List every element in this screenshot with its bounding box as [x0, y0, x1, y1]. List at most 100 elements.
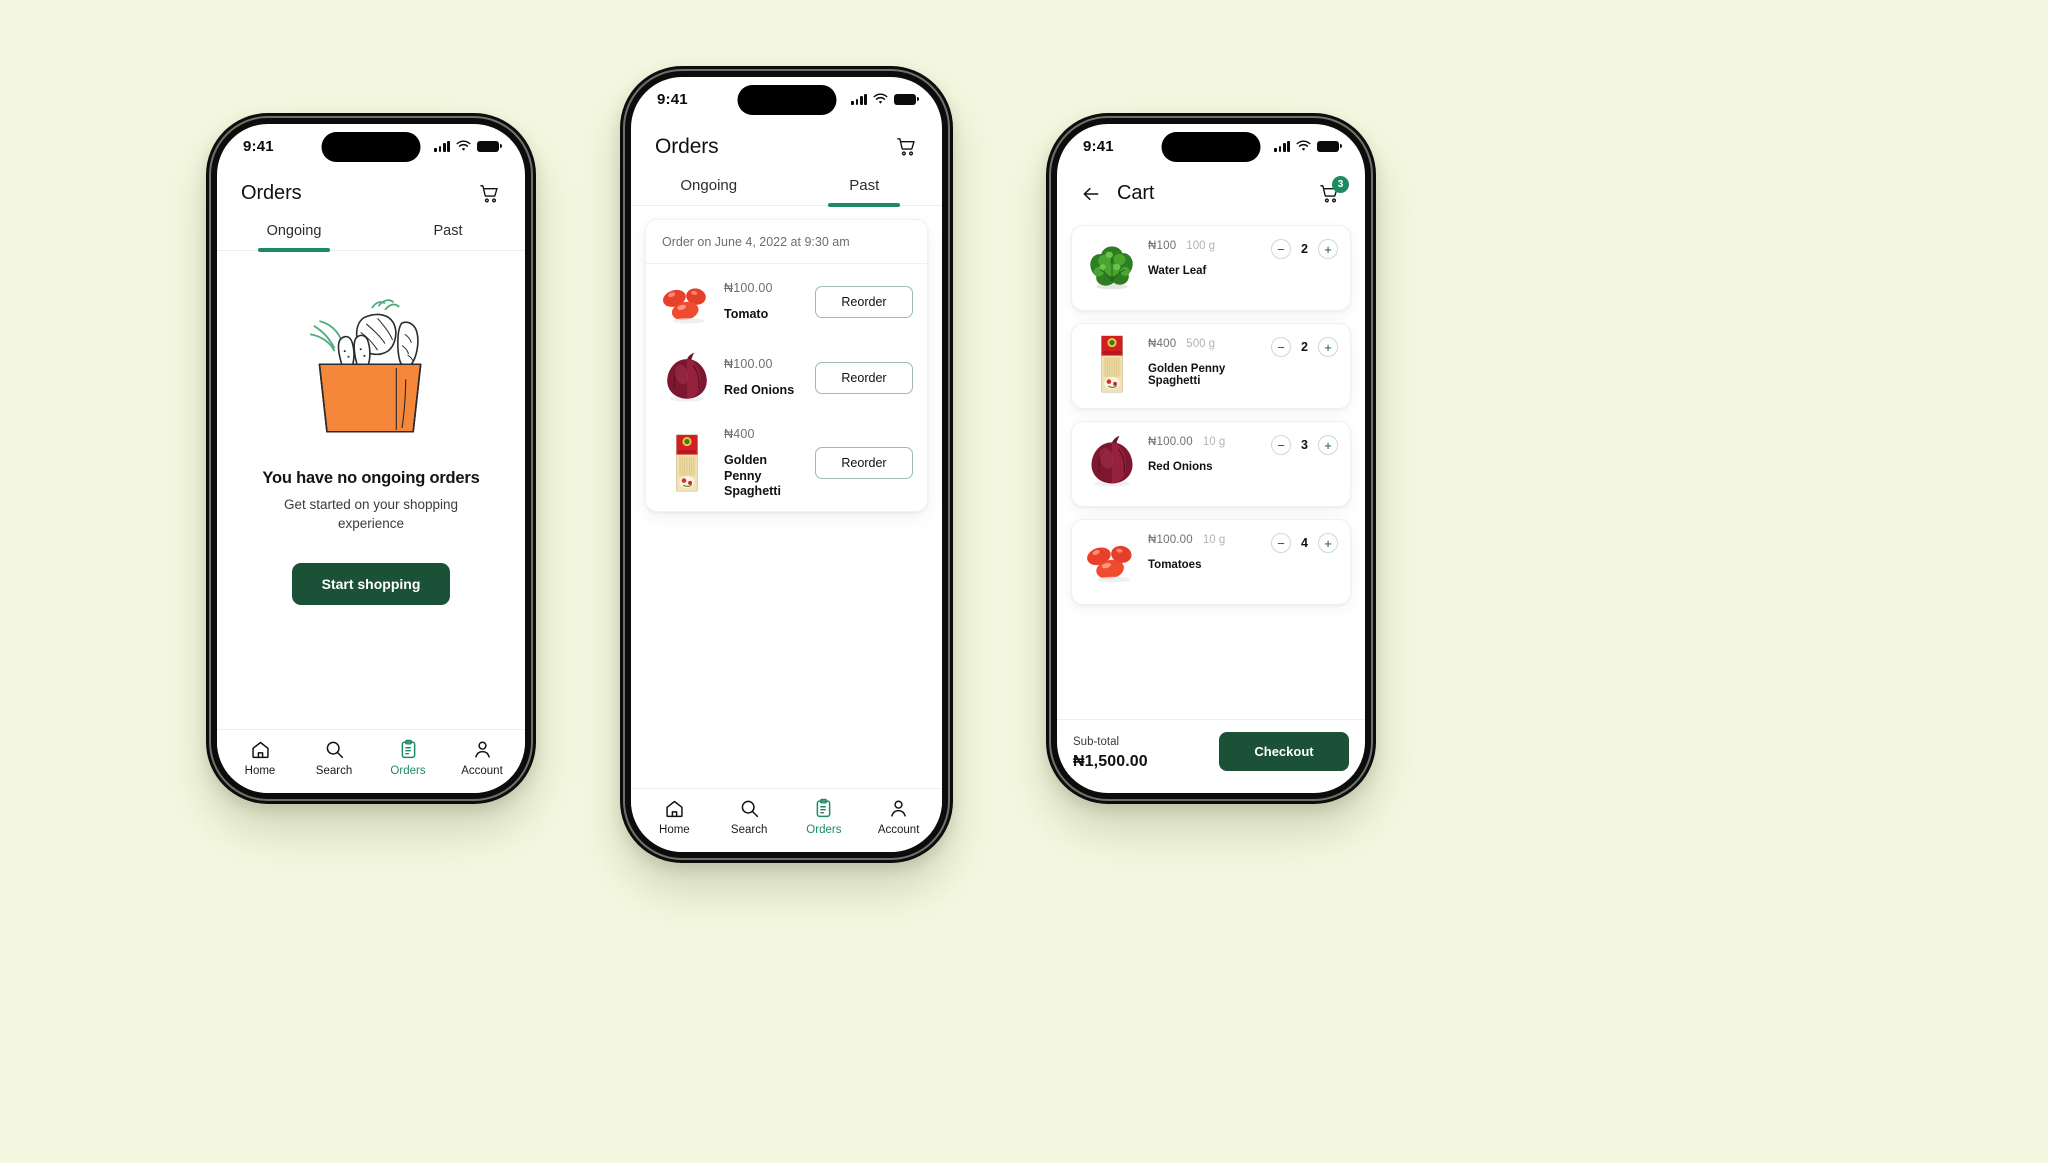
order-item-price: ₦400 [724, 427, 755, 441]
order-item-meta: ₦400 Golden Penny Spaghetti [724, 427, 805, 500]
orders-tabs: Ongoing Past [217, 215, 525, 252]
checkout-button[interactable]: Checkout [1219, 732, 1349, 771]
cart-icon[interactable] [896, 136, 918, 158]
cart-item-row: ₦400 500 g Golden Penny Spaghetti − 2 + [1071, 323, 1351, 409]
cart-icon[interactable] [479, 183, 501, 205]
order-date-label: Order on June 4, 2022 at 9:30 am [646, 220, 927, 264]
home-icon [664, 798, 685, 819]
increase-quantity-button[interactable]: + [1318, 239, 1338, 259]
red-onion-image [1084, 432, 1140, 492]
cart-item-price: ₦100.00 [1148, 436, 1193, 448]
screen-orders-ongoing: 9:41 Orders Ongoing Past You have no ong… [217, 124, 525, 793]
wifi-icon [456, 140, 471, 151]
nav-item-orders[interactable]: Orders [787, 798, 862, 836]
subtotal-value: ₦1,500.00 [1073, 753, 1148, 770]
nav-item-search[interactable]: Search [712, 798, 787, 836]
bottom-navigation: Home Search Orders Account [631, 788, 942, 852]
reorder-button[interactable]: Reorder [815, 362, 913, 394]
nav-item-home[interactable]: Home [637, 798, 712, 836]
tab-past-label: Past [849, 177, 880, 194]
back-arrow-icon[interactable] [1081, 184, 1101, 204]
app-header: Orders [631, 121, 942, 169]
tab-past[interactable]: Past [371, 215, 525, 250]
order-item-price: ₦100.00 [724, 281, 773, 296]
nav-item-orders[interactable]: Orders [371, 739, 445, 777]
order-item-name: Red Onions [724, 383, 795, 398]
status-indicators [434, 140, 502, 152]
quantity-value: 2 [1301, 340, 1308, 354]
status-bar: 9:41 [631, 77, 942, 121]
cart-item-details: ₦400 500 g Golden Penny Spaghetti [1148, 334, 1263, 387]
spaghetti-pack-image [660, 436, 714, 490]
tab-past-label: Past [433, 223, 463, 239]
decrease-quantity-button[interactable]: − [1271, 435, 1291, 455]
nav-label-search: Search [730, 824, 768, 836]
empty-orders-state: You have no ongoing orders Get started o… [217, 251, 525, 729]
cellular-signal-icon [851, 93, 867, 105]
empty-heading: You have no ongoing orders [262, 469, 480, 487]
tab-active-underline [258, 248, 330, 252]
decrease-quantity-button[interactable]: − [1271, 533, 1291, 553]
cellular-signal-icon [434, 140, 450, 152]
cart-item-top-row: ₦100.00 10 g [1148, 534, 1263, 546]
cart-item-details: ₦100.00 10 g Red Onions [1148, 432, 1263, 473]
increase-quantity-button[interactable]: + [1318, 435, 1338, 455]
tab-ongoing-label: Ongoing [680, 177, 738, 194]
nav-label-search: Search [315, 765, 353, 777]
nav-item-home[interactable]: Home [223, 739, 297, 777]
cart-item-top-row: ₦100.00 10 g [1148, 436, 1263, 448]
cart-item-details: ₦100 100 g Water Leaf [1148, 236, 1263, 277]
orders-tabs: Ongoing Past [631, 169, 943, 207]
search-icon [739, 798, 760, 819]
tomato-image [1084, 530, 1140, 590]
start-shopping-button[interactable]: Start shopping [291, 563, 451, 606]
water-leaf-image [1084, 236, 1140, 296]
dynamic-island [737, 85, 836, 115]
order-item-name: Tomato [724, 307, 769, 322]
reorder-button[interactable]: Reorder [815, 286, 913, 318]
page-title: Cart [1117, 182, 1155, 204]
tab-active-underline [828, 203, 901, 207]
reorder-button[interactable]: Reorder [815, 447, 913, 480]
increase-quantity-button[interactable]: + [1318, 533, 1338, 553]
search-icon [324, 739, 345, 760]
increase-quantity-button[interactable]: + [1318, 337, 1338, 357]
cart-item-name: Tomatoes [1148, 559, 1202, 571]
cart-items-list: ₦100 100 g Water Leaf − 2 + ₦400 500 g G… [1057, 215, 1365, 719]
cellular-signal-icon [1274, 140, 1290, 152]
status-bar: 9:41 [217, 124, 525, 168]
tab-ongoing[interactable]: Ongoing [631, 169, 787, 205]
person-icon [888, 798, 909, 819]
tab-ongoing[interactable]: Ongoing [217, 215, 371, 252]
header-left-group: Cart [1081, 182, 1154, 205]
cart-item-row: ₦100.00 10 g Tomatoes − 4 + [1071, 519, 1351, 605]
bottom-navigation: Home Search Orders Account [217, 729, 525, 793]
quantity-stepper: − 2 + [1271, 236, 1338, 259]
order-item-meta: ₦100.00 Red Onions [724, 357, 805, 399]
battery-icon [894, 93, 919, 105]
nav-item-search[interactable]: Search [297, 739, 371, 777]
screen-cart: 9:41 Cart 3 ₦100 100 g Water Leaf − 2 + … [1057, 124, 1365, 793]
decrease-quantity-button[interactable]: − [1271, 337, 1291, 357]
nav-item-account[interactable]: Account [861, 798, 936, 836]
nav-label-account: Account [877, 824, 920, 836]
app-header: Cart 3 [1057, 168, 1365, 215]
decrease-quantity-button[interactable]: − [1271, 239, 1291, 259]
status-indicators [851, 93, 919, 105]
nav-label-account: Account [461, 765, 503, 777]
nav-label-orders: Orders [806, 824, 842, 836]
cart-icon[interactable]: 3 [1319, 175, 1349, 205]
status-bar: 9:41 [1057, 124, 1365, 168]
status-time: 9:41 [243, 137, 274, 155]
subtotal-label: Sub-total [1073, 736, 1120, 748]
wifi-icon [1296, 140, 1311, 151]
tab-past[interactable]: Past [787, 169, 943, 207]
cart-item-weight: 10 g [1202, 534, 1226, 546]
cart-item-top-row: ₦100 100 g [1148, 240, 1263, 252]
cart-item-weight: 500 g [1186, 338, 1216, 350]
battery-icon [1317, 140, 1342, 152]
order-item-price: ₦100.00 [724, 357, 773, 372]
nav-item-account[interactable]: Account [445, 739, 519, 777]
cart-item-name: Golden Penny Spaghetti [1148, 363, 1226, 387]
grocery-bag-illustration [291, 293, 451, 443]
